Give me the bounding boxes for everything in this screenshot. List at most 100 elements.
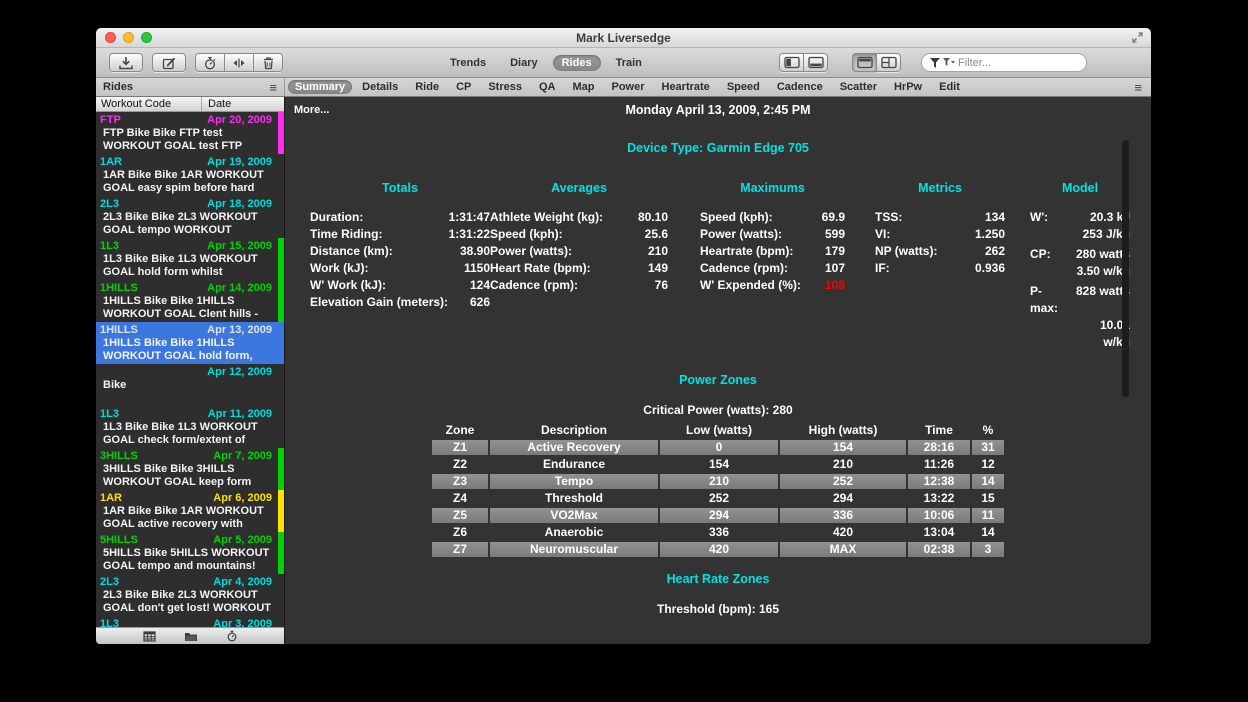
metric-label: Distance (km): <box>310 243 393 260</box>
summary-row: Power (watts): 210 <box>490 243 668 260</box>
app-tab[interactable]: Train <box>607 55 651 71</box>
chart-tab[interactable]: Details <box>355 80 405 94</box>
high-watts-cell: MAX <box>780 542 906 557</box>
more-link[interactable]: More... <box>294 104 329 116</box>
ride-date: Apr 11, 2009 <box>208 408 272 421</box>
calendar-icon[interactable] <box>143 631 156 642</box>
scrollbar-thumb[interactable] <box>1122 140 1129 397</box>
window-title: Mark Liversedge <box>576 31 671 45</box>
app-tab[interactable]: Trends <box>441 55 495 71</box>
chart-tabs-menu-icon[interactable]: ≡ <box>1134 80 1151 95</box>
edit-icon <box>162 56 177 70</box>
metric-value: 1:31:22 <box>449 226 490 243</box>
stopwatch-icon <box>203 56 217 70</box>
date-header[interactable]: Date <box>201 97 284 111</box>
chart-tab[interactable]: Edit <box>932 80 967 94</box>
ride-list-columns: Workout Code Date <box>96 97 284 112</box>
zone-cell: Z7 <box>432 542 488 557</box>
chart-tab[interactable]: Cadence <box>770 80 830 94</box>
ride-description: 5HILLS Bike 5HILLS WORKOUT GOAL tempo an… <box>100 547 272 574</box>
summary-column-title: Metrics <box>875 181 1005 195</box>
chart-tab[interactable]: CP <box>449 80 478 94</box>
summary-row: IF: 0.936 <box>875 260 1005 277</box>
summary-row: Cadence (rpm): 76 <box>490 277 668 294</box>
zoom-button[interactable] <box>141 32 152 43</box>
percent-cell: 12 <box>972 457 1004 472</box>
ride-date: Apr 5, 2009 <box>213 534 272 547</box>
filter-input[interactable]: Filter... <box>921 53 1087 72</box>
split-ride-button[interactable] <box>224 53 254 72</box>
ride-date: Apr 6, 2009 <box>213 492 272 505</box>
ride-list-item[interactable]: Apr 12, 2009 Bike <box>96 364 284 406</box>
single-view-button[interactable] <box>852 53 877 72</box>
close-button[interactable] <box>105 32 116 43</box>
delete-ride-button[interactable] <box>253 53 283 72</box>
stopwatch-icon[interactable] <box>226 630 238 642</box>
metric-label: Time Riding: <box>310 226 382 243</box>
app-tab[interactable]: Rides <box>553 55 601 71</box>
panel-toggle-group <box>779 53 828 72</box>
ride-description: 1HILLS Bike Bike 1HILLS WORKOUT GOAL hol… <box>100 337 272 364</box>
ride-list-item[interactable]: 5HILLS Apr 5, 2009 5HILLS Bike 5HILLS WO… <box>96 532 284 574</box>
metric-value: 262 <box>985 243 1005 260</box>
ride-list-item[interactable]: 1HILLS Apr 13, 2009 1HILLS Bike Bike 1HI… <box>96 322 284 364</box>
chart-tab[interactable]: Heartrate <box>655 80 717 94</box>
chart-tab[interactable]: Stress <box>481 80 529 94</box>
color-strip <box>278 448 284 490</box>
zone-cell: Z1 <box>432 440 488 455</box>
interval-button[interactable] <box>195 53 225 72</box>
chart-tab[interactable]: Scatter <box>833 80 884 94</box>
chart-tab[interactable]: Speed <box>720 80 767 94</box>
metric-value: 599 <box>825 226 845 243</box>
zone-cell: Z5 <box>432 508 488 523</box>
ride-list-item[interactable]: 1L3 Apr 15, 2009 1L3 Bike Bike 1L3 WORKO… <box>96 238 284 280</box>
table-row: Z2 Endurance 154 210 11:26 12 <box>432 457 1004 472</box>
chart-tab[interactable]: Summary <box>288 80 352 94</box>
fullscreen-icon[interactable] <box>1131 31 1144 44</box>
ride-list-item[interactable]: 1HILLS Apr 14, 2009 1HILLS Bike Bike 1HI… <box>96 280 284 322</box>
ride-list-item[interactable]: 2L3 Apr 4, 2009 2L3 Bike Bike 2L3 WORKOU… <box>96 574 284 616</box>
ride-list-item[interactable]: FTP Apr 20, 2009 FTP Bike Bike FTP test … <box>96 112 284 154</box>
single-view-icon <box>857 56 873 69</box>
ride-list-item[interactable]: 2L3 Apr 18, 2009 2L3 Bike Bike 2L3 WORKO… <box>96 196 284 238</box>
time-cell: 12:38 <box>908 474 970 489</box>
ride-list-item[interactable]: 1L3 Apr 11, 2009 1L3 Bike Bike 1L3 WORKO… <box>96 406 284 448</box>
ride-list-item[interactable]: 3HILLS Apr 7, 2009 3HILLS Bike Bike 3HIL… <box>96 448 284 490</box>
time-cell: 13:04 <box>908 525 970 540</box>
time-cell: 02:38 <box>908 542 970 557</box>
download-ride-button[interactable] <box>109 53 143 72</box>
tiled-view-button[interactable] <box>876 53 901 72</box>
metric-label: Speed (kph): <box>700 209 773 226</box>
ride-list-item[interactable]: 1AR Apr 6, 2009 1AR Bike Bike 1AR WORKOU… <box>96 490 284 532</box>
ride-description: 2L3 Bike Bike 2L3 WORKOUT GOAL tempo WOR… <box>100 211 272 238</box>
chart-tab[interactable]: HrPw <box>887 80 929 94</box>
panel-bottom-icon <box>808 56 824 69</box>
split-arrows-icon <box>231 56 247 70</box>
bottom-panel-toggle-button[interactable] <box>803 53 828 72</box>
metric-label: W': <box>1030 209 1048 226</box>
chart-tab[interactable]: Power <box>604 80 651 94</box>
metric-label: Elevation Gain (meters): <box>310 294 448 311</box>
high-watts-cell: 420 <box>780 525 906 540</box>
metric-value: 1:31:47 <box>449 209 490 226</box>
low-watts-cell: 336 <box>660 525 778 540</box>
ride-list-item[interactable]: 1L3 Apr 3, 2009 <box>96 616 284 627</box>
workout-code-header[interactable]: Workout Code <box>96 98 201 110</box>
chart-tab[interactable]: Map <box>565 80 601 94</box>
edit-ride-button[interactable] <box>152 53 186 72</box>
metric-label: NP (watts): <box>875 243 937 260</box>
funnel-dropdown-icon[interactable] <box>943 58 955 67</box>
metric-label: P-max: <box>1030 283 1064 317</box>
summary-row: Cadence (rpm): 107 <box>700 260 845 277</box>
sidebar-menu-icon[interactable]: ≡ <box>269 81 277 94</box>
sidebar-toggle-button[interactable] <box>779 53 804 72</box>
app-tab[interactable]: Diary <box>501 55 547 71</box>
folder-icon[interactable] <box>184 631 198 642</box>
minimize-button[interactable] <box>123 32 134 43</box>
ride-list-item[interactable]: 1AR Apr 19, 2009 1AR Bike Bike 1AR WORKO… <box>96 154 284 196</box>
metric-value: 1150 <box>464 260 490 277</box>
chart-tab[interactable]: QA <box>532 80 563 94</box>
metric-value: 210 <box>648 243 668 260</box>
chart-tab[interactable]: Ride <box>408 80 446 94</box>
high-watts-cell: 210 <box>780 457 906 472</box>
